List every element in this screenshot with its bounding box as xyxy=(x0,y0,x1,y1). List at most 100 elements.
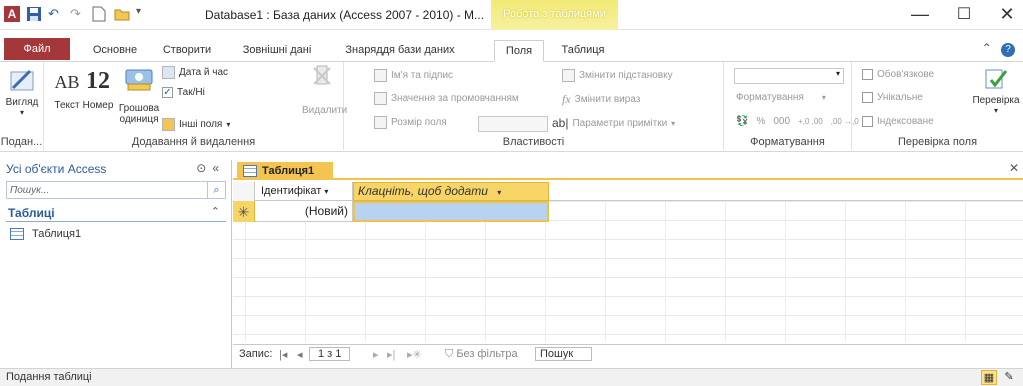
delete-field-button[interactable]: Видалити xyxy=(302,64,348,116)
nav-group-label: Таблиці xyxy=(8,206,55,220)
default-value-button[interactable]: Значення за промовчанням xyxy=(374,92,519,105)
format-combo[interactable]: Форматування ▾ xyxy=(736,92,826,103)
add-datetime-field-button[interactable]: Дата й час xyxy=(162,66,228,79)
validation-button[interactable]: Перевірка ▾ xyxy=(970,66,1022,115)
record-position-input[interactable]: 1 з 1 xyxy=(309,347,351,361)
nav-item-table1[interactable]: Таблиця1 xyxy=(10,228,81,240)
chevron-down-icon[interactable]: ▾ xyxy=(497,188,501,197)
ribbon-right-controls: ⌃ ? xyxy=(982,41,1015,57)
design-view-icon[interactable]: ✎ xyxy=(1001,370,1017,385)
first-record-button[interactable]: |◂ xyxy=(279,348,287,361)
more-fields-button[interactable]: Інші поля ▾ xyxy=(162,118,230,131)
nav-search-placeholder: Пошук... xyxy=(10,185,50,196)
search-icon[interactable]: ⌕ xyxy=(207,182,225,198)
tab-database-tools[interactable]: Знаряддя бази даних xyxy=(338,40,462,62)
field-size-icon xyxy=(374,116,387,129)
thousands-format-button[interactable]: 000 xyxy=(773,116,790,127)
help-icon[interactable]: ? xyxy=(1001,43,1015,57)
prev-record-button[interactable]: ◂ xyxy=(297,348,303,361)
maximize-button[interactable]: ☐ xyxy=(949,4,979,24)
add-yesno-field-button[interactable]: Так/Ні xyxy=(162,87,205,98)
unique-checkbox-box xyxy=(862,92,873,103)
chevron-down-icon: ▾ xyxy=(993,106,998,115)
default-value-label: Значення за промовчанням xyxy=(391,93,519,104)
close-document-icon[interactable]: ✕ xyxy=(1009,161,1019,175)
datetime-label: Дата й час xyxy=(179,67,229,78)
nav-pane-header[interactable]: Усі об'єкти Access xyxy=(6,162,106,176)
change-expression-button[interactable]: fx Змінити вираз xyxy=(562,92,640,107)
chevron-down-icon[interactable]: ▾ xyxy=(324,187,328,196)
tab-create[interactable]: Створити xyxy=(158,40,216,62)
new-record-button[interactable]: ▸✳ xyxy=(407,348,422,361)
minimize-button[interactable]: — xyxy=(905,4,935,25)
add-currency-field-button[interactable]: Грошова одиниця xyxy=(118,66,160,125)
datasheet-view-icon[interactable]: ▦ xyxy=(981,370,997,385)
collapse-pane-icon[interactable]: « xyxy=(212,161,225,175)
tab-fields[interactable]: Поля xyxy=(494,40,544,62)
nav-menu-chevron-icon[interactable]: ⊙ xyxy=(196,161,212,175)
minimize-ribbon-icon[interactable]: ⌃ xyxy=(982,41,992,55)
cell-click-to-add[interactable] xyxy=(353,201,549,222)
new-record-row: ✳ (Новий) xyxy=(233,201,1023,222)
nav-search-input[interactable]: Пошук... ⌕ xyxy=(6,181,226,199)
tab-file[interactable]: Файл xyxy=(4,38,70,60)
save-icon[interactable] xyxy=(26,6,42,22)
chevron-down-icon: ▾ xyxy=(226,120,231,129)
cell-new-id[interactable]: (Новий) xyxy=(255,201,353,222)
record-navigation-bar: Запис: |◂ ◂ 1 з 1 ▸ ▸| ▸✳ ⛉ Без фільтра … xyxy=(233,344,1023,364)
view-label: Вигляд xyxy=(5,97,39,108)
currency-format-icon[interactable]: 💱 xyxy=(736,116,748,127)
group-properties: Ім'я та підпис Значення за промовчанням … xyxy=(344,62,724,150)
tab-table[interactable]: Таблиця xyxy=(553,40,613,62)
group-views: Вигляд ▾ Подан... xyxy=(0,62,44,150)
name-caption-button[interactable]: Ім'я та підпис xyxy=(374,69,453,82)
unique-checkbox[interactable]: Унікальне xyxy=(862,92,923,103)
group-formatting-label: Форматування xyxy=(750,136,825,148)
view-button[interactable]: Вигляд ▾ xyxy=(2,66,42,117)
required-label: Обов'язкове xyxy=(877,69,935,80)
format-combo-label: Форматування xyxy=(736,92,804,103)
percent-format-button[interactable]: % xyxy=(756,116,765,127)
record-search-input[interactable]: Пошук xyxy=(535,347,593,361)
chevron-down-icon: ▾ xyxy=(671,118,676,128)
required-checkbox[interactable]: Обов'язкове xyxy=(862,69,934,80)
group-validation-label: Перевірка поля xyxy=(897,136,978,148)
column-header-click-to-add[interactable]: Клацніть, щоб додати ▾ xyxy=(353,182,549,201)
tab-external-data[interactable]: Зовнішні дані xyxy=(232,40,322,62)
customize-qat-icon[interactable]: ▾ xyxy=(136,6,152,22)
filter-status-button[interactable]: ⛉ Без фільтра xyxy=(445,348,518,361)
column-header-id[interactable]: Ідентифікат ▾ xyxy=(255,182,353,201)
ribbon-tab-row: Файл Основне Створити Зовнішні дані Знар… xyxy=(0,36,1023,62)
chevron-up-icon: ⌃ xyxy=(210,206,220,218)
nav-group-tables[interactable]: Таблиці ⌃ xyxy=(6,204,226,222)
group-add-delete-label: Додавання й видалення xyxy=(131,136,256,148)
column-header-id-label: Ідентифікат xyxy=(261,185,322,197)
redo-icon[interactable]: ↷ xyxy=(70,6,86,22)
new-file-icon[interactable] xyxy=(92,6,108,22)
add-number-field-button[interactable]: 12 Номер xyxy=(78,66,118,111)
undo-icon[interactable]: ↶ xyxy=(48,6,64,22)
indexed-checkbox[interactable]: Індексоване xyxy=(862,116,934,127)
memo-settings-label: Параметри примітки xyxy=(572,117,668,129)
more-fields-label: Інші поля xyxy=(179,119,223,130)
yesno-label: Так/Ні xyxy=(177,87,205,98)
ribbon: Вигляд ▾ Подан... AB Текст 12 Номер Грош… xyxy=(0,62,1023,152)
field-size-input[interactable] xyxy=(478,116,548,132)
access-app-icon[interactable]: A xyxy=(4,6,20,22)
next-record-button[interactable]: ▸ xyxy=(373,348,379,361)
new-record-marker-icon[interactable]: ✳ xyxy=(233,201,255,222)
document-tab-table1[interactable]: Таблиця1 xyxy=(237,162,333,180)
number-field-label: Номер xyxy=(82,100,114,111)
memo-settings-button[interactable]: ab| Параметри примітки ▾ xyxy=(552,116,675,130)
increase-decimals-button[interactable]: +,0 ,00 xyxy=(798,117,823,126)
last-record-button[interactable]: ▸| xyxy=(387,348,395,361)
delete-label: Видалити xyxy=(302,105,348,116)
change-lookup-button[interactable]: Змінити підстановку xyxy=(562,69,673,82)
close-button[interactable]: ✕ xyxy=(992,4,1022,25)
open-folder-icon[interactable] xyxy=(114,6,130,22)
data-type-combo[interactable]: ▾ xyxy=(734,68,844,84)
tab-home[interactable]: Основне xyxy=(86,40,144,62)
chevron-down-icon: ▾ xyxy=(821,93,826,102)
select-all-corner[interactable] xyxy=(233,182,255,201)
record-label: Запис: xyxy=(239,348,273,360)
